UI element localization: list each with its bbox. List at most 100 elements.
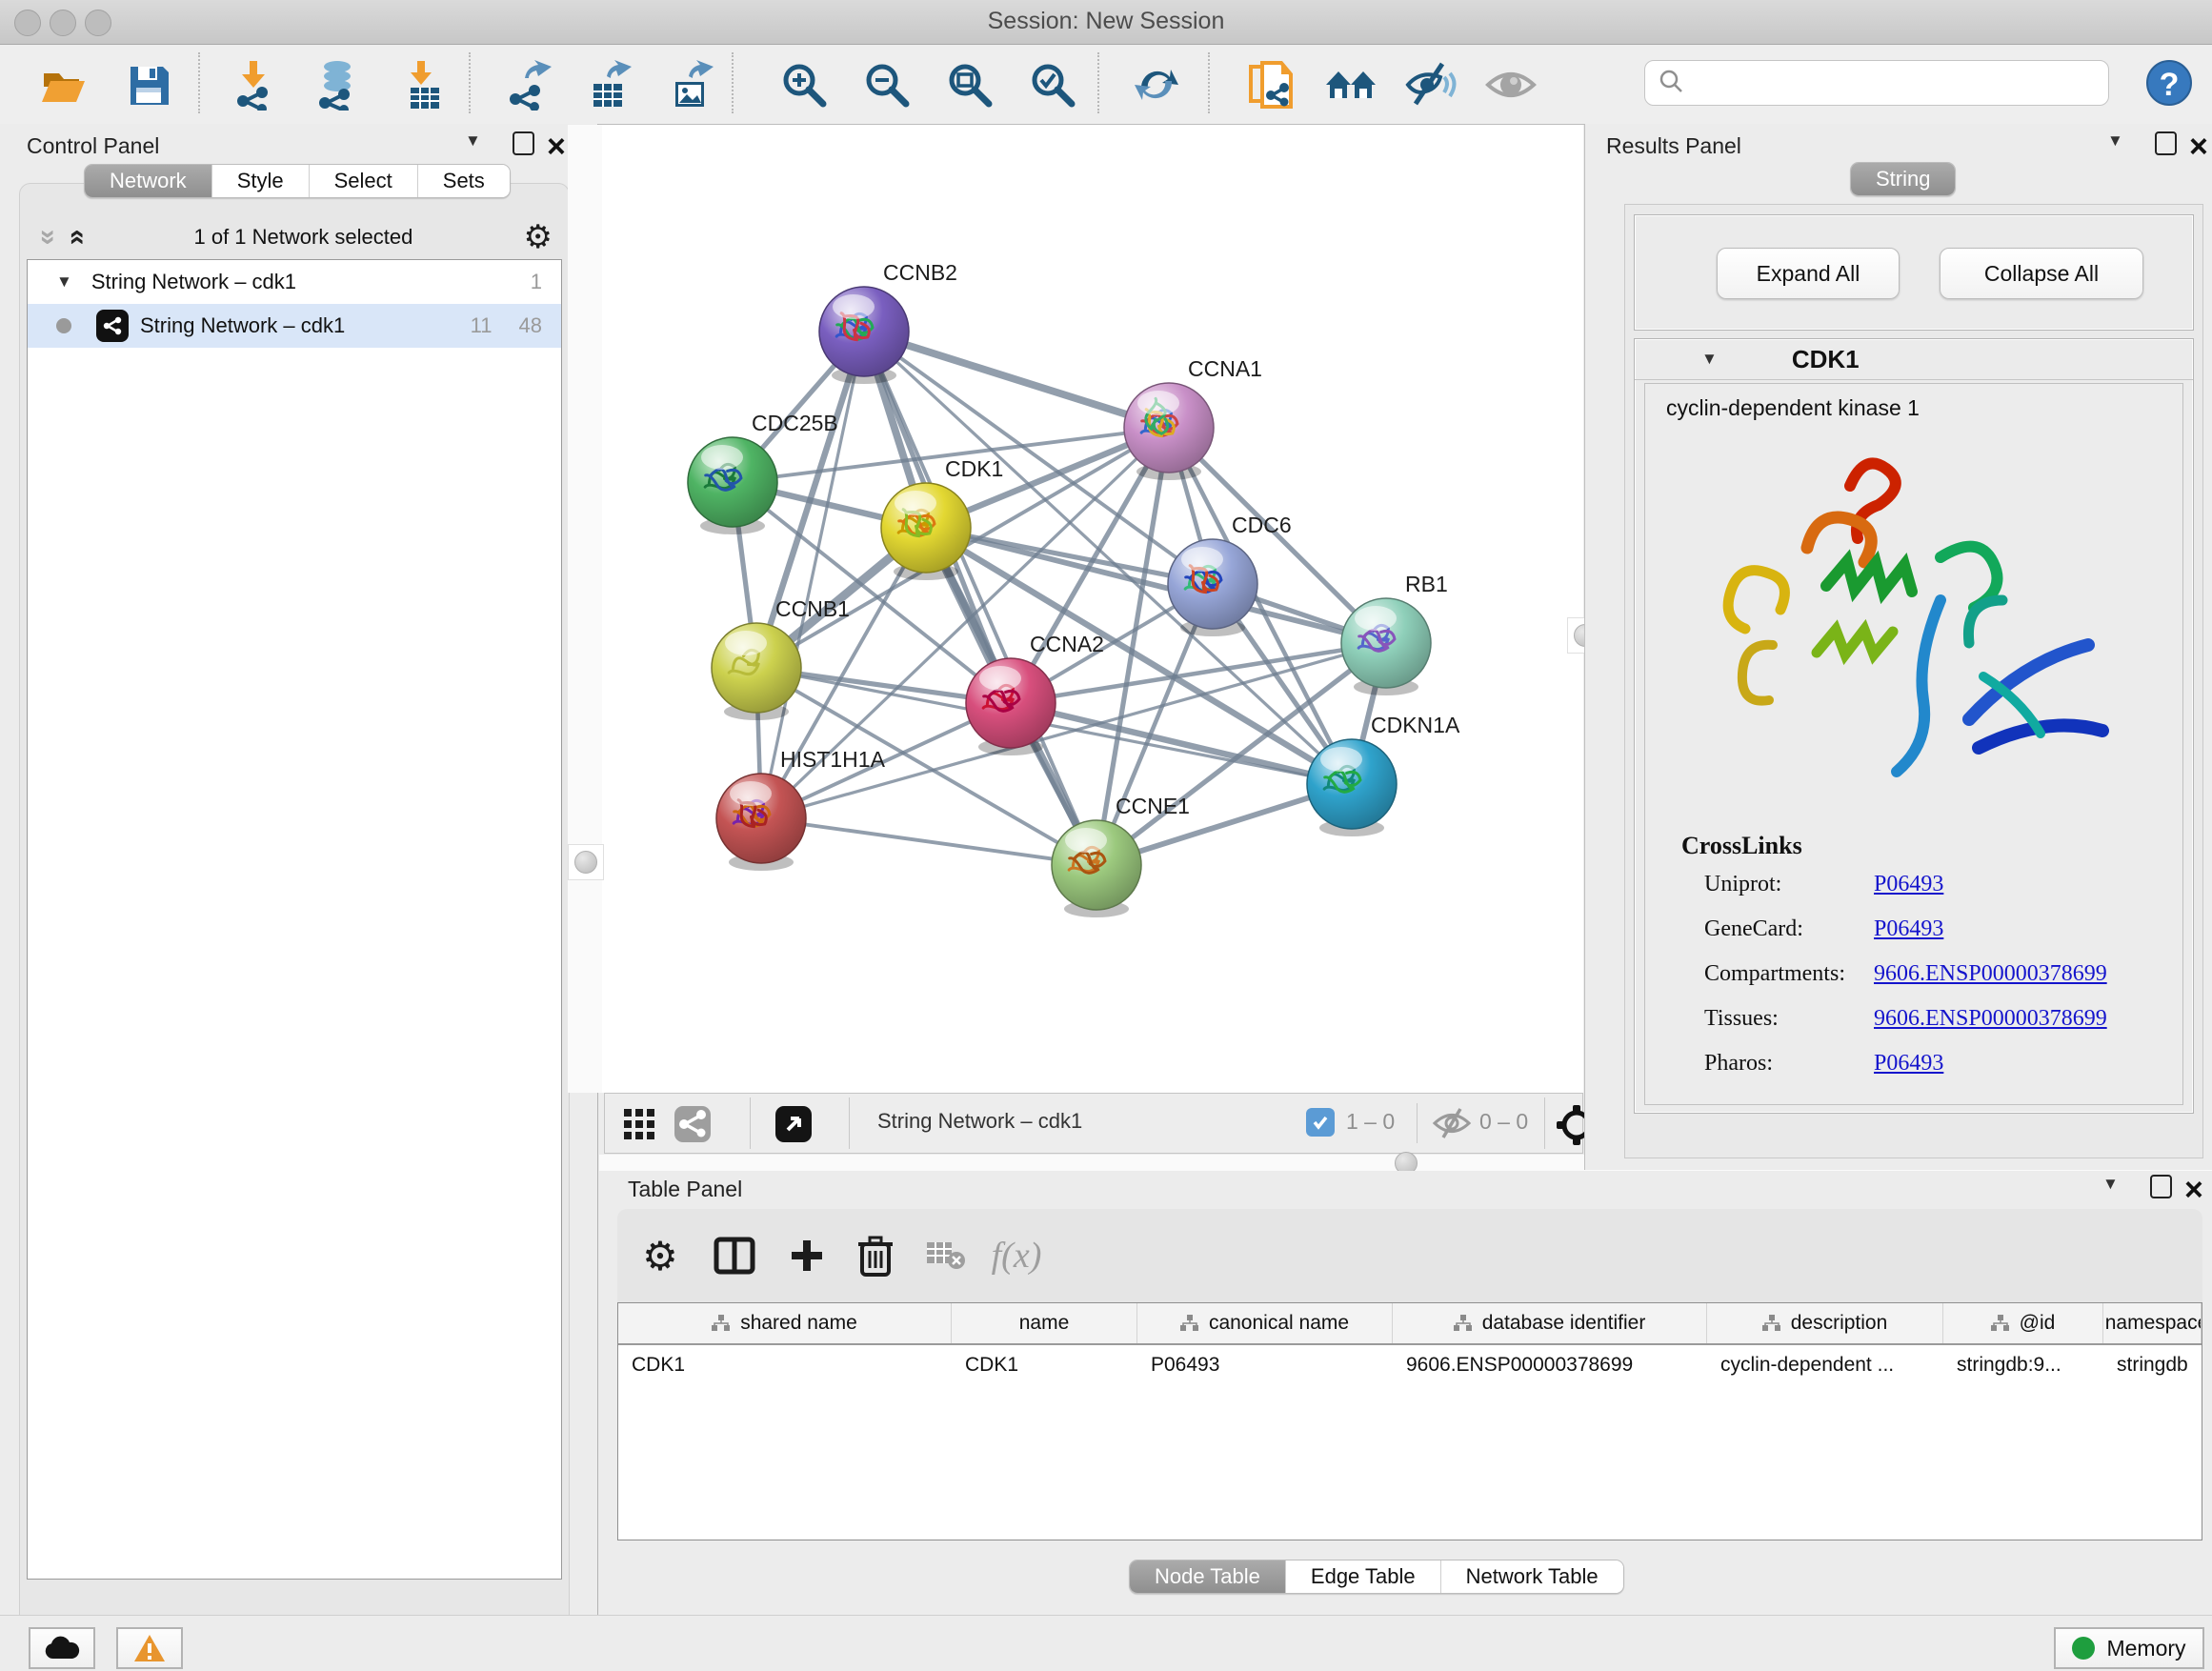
warning-status-button[interactable]: [116, 1627, 183, 1669]
cloud-status-button[interactable]: [29, 1627, 95, 1669]
grid-view-icon[interactable]: [622, 1107, 656, 1146]
left-splitter[interactable]: [568, 125, 602, 1093]
memory-button[interactable]: Memory: [2054, 1627, 2204, 1669]
zoom-in-icon[interactable]: [777, 58, 831, 111]
network-node-rb1[interactable]: [1341, 598, 1431, 695]
cell-canonical-name[interactable]: P06493: [1137, 1345, 1393, 1385]
table-panel-menu-icon[interactable]: ▼: [2102, 1175, 2119, 1194]
delete-column-icon[interactable]: [850, 1230, 901, 1281]
network-node-cdc6[interactable]: [1168, 539, 1257, 636]
network-view-toolbar: String Network – cdk1 1 – 0 0 – 0: [604, 1093, 1583, 1154]
help-button[interactable]: ?: [2146, 60, 2192, 106]
zoom-out-icon[interactable]: [860, 58, 914, 111]
tab-style[interactable]: Style: [212, 165, 310, 197]
node-result-header[interactable]: ▼ CDK1: [1635, 339, 2193, 380]
result-expander-icon[interactable]: ▼: [1701, 350, 1718, 369]
cell-description[interactable]: cyclin-dependent ...: [1707, 1345, 1943, 1385]
results-panel-menu-icon[interactable]: ▼: [2107, 131, 2123, 151]
cell-database-identifier[interactable]: 9606.ENSP00000378699: [1393, 1345, 1707, 1385]
network-node-cdkn1a[interactable]: [1307, 739, 1397, 836]
tab-node-table[interactable]: Node Table: [1130, 1560, 1286, 1593]
tab-string[interactable]: String: [1851, 163, 1955, 195]
network-options-gear-icon[interactable]: ⚙: [524, 218, 553, 256]
network-edge[interactable]: [864, 332, 1096, 865]
new-network-from-selection-icon[interactable]: [1244, 58, 1297, 111]
node-label-cdc25b: CDC25B: [752, 411, 838, 435]
results-panel-close-icon[interactable]: ×: [2189, 137, 2208, 162]
cell-shared-name[interactable]: CDK1: [618, 1345, 952, 1385]
tab-edge-table[interactable]: Edge Table: [1286, 1560, 1441, 1593]
column-header-description[interactable]: description: [1707, 1303, 1943, 1343]
column-header--id[interactable]: @id: [1943, 1303, 2103, 1343]
results-panel-float-icon[interactable]: [2155, 131, 2177, 160]
crosslink-pharos-link[interactable]: P06493: [1874, 1051, 1943, 1077]
apply-preferred-layout-icon[interactable]: [1130, 58, 1183, 111]
network-share-icon[interactable]: [674, 1105, 712, 1148]
import-table-icon[interactable]: [398, 58, 452, 111]
network-node-cdc25b[interactable]: [688, 437, 777, 534]
crosslink-genecard-link[interactable]: P06493: [1874, 916, 1943, 942]
show-column-icon[interactable]: [709, 1230, 760, 1281]
birds-eye-view-icon[interactable]: [774, 1105, 813, 1148]
control-panel-menu-icon[interactable]: ▼: [465, 131, 481, 151]
export-network-icon[interactable]: [503, 58, 556, 111]
cell-name[interactable]: CDK1: [952, 1345, 1137, 1385]
tab-select[interactable]: Select: [310, 165, 418, 197]
control-panel-close-icon[interactable]: ×: [547, 137, 566, 162]
collapse-all-networks-icon[interactable]: «: [30, 230, 62, 246]
network-node-ccna1[interactable]: [1124, 383, 1214, 480]
column-header-shared-name[interactable]: shared name: [618, 1303, 952, 1343]
first-neighbors-icon[interactable]: [1324, 58, 1377, 111]
collapse-all-button[interactable]: Collapse All: [1940, 248, 2143, 299]
function-builder-icon[interactable]: f(x): [991, 1230, 1042, 1281]
tree-expander-icon[interactable]: ▼: [56, 272, 72, 292]
table-panel-float-icon[interactable]: [2150, 1175, 2172, 1203]
network-collection-row[interactable]: ▼ String Network – cdk1 1: [28, 260, 561, 304]
search-input[interactable]: [1693, 70, 2108, 96]
expand-all-networks-icon[interactable]: »: [59, 230, 91, 246]
export-table-icon[interactable]: [583, 58, 636, 111]
tab-network-table[interactable]: Network Table: [1441, 1560, 1623, 1593]
column-header-database-identifier[interactable]: database identifier: [1393, 1303, 1707, 1343]
crosslink-tissues-link[interactable]: 9606.ENSP00000378699: [1874, 1006, 2107, 1032]
delete-table-icon[interactable]: [920, 1230, 972, 1281]
network-node-ccnb1[interactable]: [712, 623, 801, 720]
network-row-selected[interactable]: String Network – cdk1 11 48: [28, 304, 561, 348]
table-panel-close-icon[interactable]: ×: [2184, 1180, 2203, 1205]
import-network-from-file-icon[interactable]: [231, 58, 284, 111]
network-edge[interactable]: [761, 818, 1096, 865]
network-edge[interactable]: [1011, 703, 1352, 784]
tab-sets[interactable]: Sets: [418, 165, 510, 197]
column-network-icon: [1762, 1315, 1781, 1332]
control-panel-float-icon[interactable]: [513, 131, 534, 160]
column-header-canonical-name[interactable]: canonical name: [1137, 1303, 1393, 1343]
column-header-name[interactable]: name: [952, 1303, 1137, 1343]
node-label-ccnb1: CCNB1: [775, 596, 850, 621]
left-splitter-handle[interactable]: [568, 844, 604, 880]
results-panel-tabs: String: [1850, 162, 1956, 196]
crosslink-uniprot-link[interactable]: P06493: [1874, 872, 1943, 897]
save-session-icon[interactable]: [122, 58, 175, 111]
crosslink-compartments-link[interactable]: 9606.ENSP00000378699: [1874, 961, 2107, 987]
selected-nodes-checkbox[interactable]: [1306, 1108, 1335, 1137]
column-header-namespace[interactable]: namespace: [2103, 1303, 2202, 1343]
network-node-hist1h1a[interactable]: [716, 774, 806, 871]
network-node-ccne1[interactable]: [1052, 820, 1141, 917]
zoom-fit-icon[interactable]: [943, 58, 996, 111]
table-settings-gear-icon[interactable]: ⚙: [634, 1230, 686, 1281]
expand-all-button[interactable]: Expand All: [1717, 248, 1900, 299]
hide-selected-icon[interactable]: [1404, 58, 1458, 111]
show-all-icon[interactable]: [1484, 58, 1538, 111]
network-edge[interactable]: [864, 332, 1169, 428]
cell--id[interactable]: stringdb:9...: [1943, 1345, 2103, 1385]
import-network-from-database-icon[interactable]: [311, 58, 364, 111]
zoom-selected-icon[interactable]: [1026, 58, 1079, 111]
export-image-icon[interactable]: [665, 58, 718, 111]
node-count: 11: [471, 313, 493, 338]
cell-namespace[interactable]: stringdb: [2103, 1345, 2202, 1385]
create-column-icon[interactable]: [781, 1230, 833, 1281]
network-canvas[interactable]: CCNB2CCNA1CDC25BCDK1CDC6RB1CCNB1CCNA2CDK…: [602, 125, 1583, 1093]
tab-network[interactable]: Network: [85, 165, 212, 197]
table-row[interactable]: CDK1CDK1P064939606.ENSP00000378699cyclin…: [618, 1345, 2202, 1385]
open-session-icon[interactable]: [36, 58, 90, 111]
